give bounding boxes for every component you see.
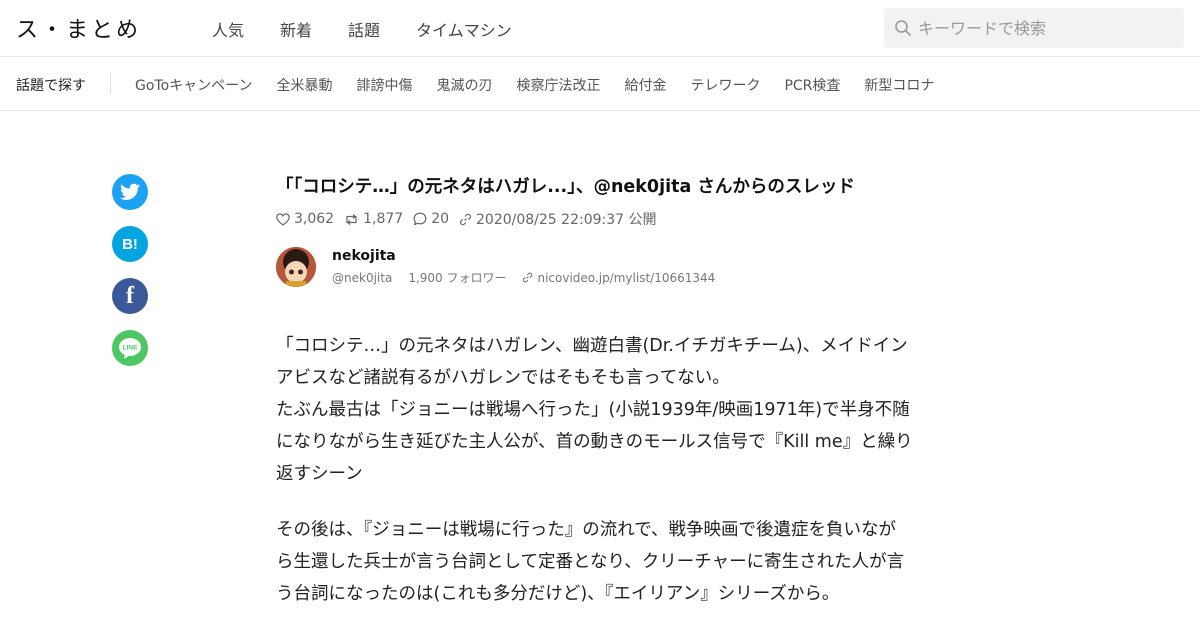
article-meta: 3,062 1,877 20 2020/08/25 22:09:37 公開: [276, 209, 936, 229]
site-logo[interactable]: ス・まとめ: [16, 12, 141, 44]
tweet-body: その後は、『ジョニーは戦場に行った』の流れで、戦争映画で後遺症を負いなが ら生還…: [276, 514, 936, 610]
topic-link[interactable]: 新型コロナ: [864, 75, 934, 95]
line-share-button[interactable]: LINE: [112, 330, 148, 366]
tweet-line: 返すシーン: [276, 464, 363, 484]
search-box: [884, 8, 1184, 48]
link-icon: [523, 272, 533, 283]
author-followers: 1,900 フォロワー: [408, 271, 507, 285]
search-icon: [895, 20, 911, 36]
share-buttons: B! f LINE: [112, 174, 148, 382]
tweet-line: う台詞になったのは(これも多分だけど)、『エイリアン』シリーズから。: [276, 584, 840, 604]
topic-list: GoToキャンペーン 全米暴動 誹謗中傷 鬼滅の刃 検察庁法改正 給付金 テレワ…: [135, 75, 958, 95]
comment-count: 20: [413, 211, 449, 227]
topic-link[interactable]: 給付金: [624, 75, 666, 95]
topic-link[interactable]: テレワーク: [690, 75, 760, 95]
author-website-link[interactable]: nicovideo.jp/mylist/10661344: [522, 271, 731, 285]
tweet-line: になりながら生き延びた主人公が、首の動きのモールス信号で『Kill me』と繰り: [276, 432, 913, 452]
author-name[interactable]: nekojita: [332, 248, 396, 264]
svg-text:LINE: LINE: [123, 345, 138, 352]
hatena-bookmark-button[interactable]: B!: [112, 226, 148, 262]
comment-icon: [413, 212, 427, 226]
tweet-line: 「コロシテ…」の元ネタはハガレン、幽遊白書(Dr.イチガキチーム)、メイドイン: [276, 336, 908, 356]
topic-link[interactable]: 全米暴動: [276, 75, 332, 95]
retweet-count: 1,877: [344, 211, 403, 227]
topic-link[interactable]: 検察庁法改正: [516, 75, 600, 95]
heart-icon: [276, 212, 290, 226]
author-handle: @nek0jita: [332, 270, 393, 285]
avatar-image: [276, 247, 316, 287]
nav-new[interactable]: 新着: [280, 17, 312, 41]
tweet-body: 「コロシテ…」の元ネタはハガレン、幽遊白書(Dr.イチガキチーム)、メイドイン …: [276, 330, 936, 490]
tweet-line: ら生還した兵士が言う台詞として定番となり、クリーチャーに寄生された人が言: [276, 552, 905, 572]
facebook-share-button[interactable]: f: [112, 278, 148, 314]
retweet-icon: [346, 213, 357, 225]
publish-date[interactable]: 2020/08/25 22:09:37 公開: [459, 209, 656, 229]
twitter-share-button[interactable]: [112, 174, 148, 210]
topic-bar: 話題で探す GoToキャンペーン 全米暴動 誹謗中傷 鬼滅の刃 検察庁法改正 給…: [0, 57, 1200, 111]
twitter-icon: [120, 183, 140, 200]
article-title: 「「コロシテ…」の元ネタはハガレ...」、@nek0jita さんからのスレッド: [276, 177, 855, 197]
facebook-icon: f: [126, 282, 134, 309]
line-icon: LINE: [119, 338, 141, 359]
tweet-line: アビスなど諸説有るがハガレンではそもそも言ってない。: [276, 368, 730, 388]
topic-bar-divider: [110, 72, 111, 94]
author-card: nekojita @nek0jita 1,900 フォロワー nicovideo…: [276, 247, 936, 287]
nav-timemachine[interactable]: タイムマシン: [416, 17, 512, 41]
nav-topics[interactable]: 話題: [348, 17, 380, 41]
topic-link[interactable]: 鬼滅の刃: [436, 75, 492, 95]
search-input[interactable]: [918, 8, 1174, 48]
main-nav: 人気 新着 話題 タイムマシン: [212, 17, 548, 41]
topic-bar-label: 話題で探す: [16, 78, 86, 94]
topic-link[interactable]: PCR検査: [784, 75, 840, 95]
avatar[interactable]: [276, 247, 316, 287]
nav-popular[interactable]: 人気: [212, 17, 244, 41]
hatena-icon: B!: [122, 235, 138, 253]
tweet-line: その後は、『ジョニーは戦場に行った』の流れで、戦争映画で後遺症を負いなが: [276, 520, 897, 540]
tweet-line: たぶん最古は「ジョニーは戦場へ行った」(小説1939年/映画1971年)で半身不…: [276, 400, 910, 420]
topic-link[interactable]: GoToキャンペーン: [135, 75, 252, 95]
topic-link[interactable]: 誹謗中傷: [356, 75, 412, 95]
article: 「「コロシテ…」の元ネタはハガレ...」、@nek0jita さんからのスレッド…: [276, 174, 936, 287]
author-details: @nek0jita 1,900 フォロワー nicovideo.jp/mylis…: [332, 269, 731, 286]
like-count: 3,062: [276, 211, 334, 227]
link-icon: [459, 213, 472, 225]
site-header: ス・まとめ 人気 新着 話題 タイムマシン: [0, 0, 1200, 57]
